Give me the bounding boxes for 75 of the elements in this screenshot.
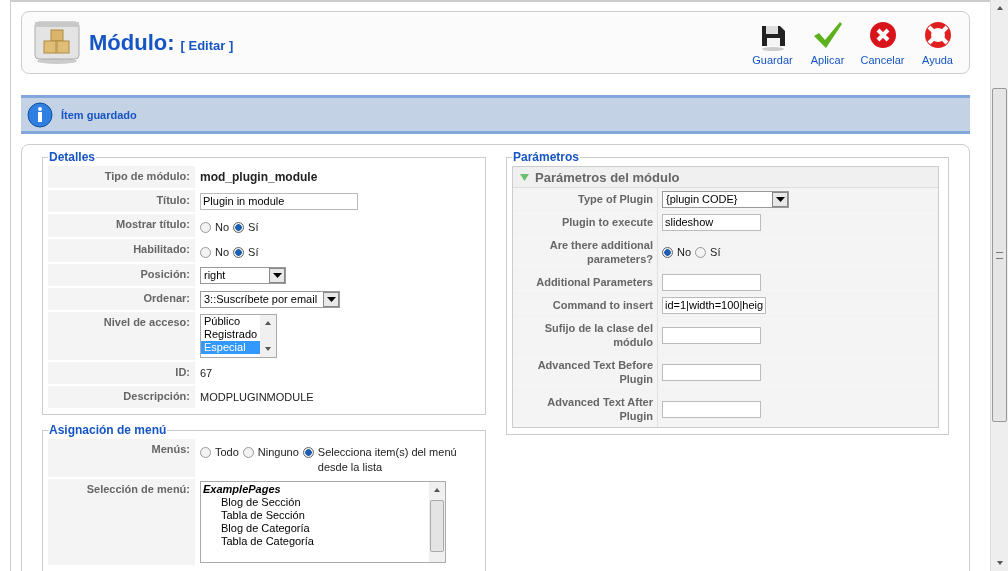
field-label: Type of Plugin: [513, 188, 658, 210]
scrollbar[interactable]: [429, 482, 445, 562]
toolbar-button[interactable]: Aplicar: [802, 19, 853, 66]
input-field[interactable]: [662, 326, 761, 344]
radio-button[interactable]: [242, 447, 254, 458]
toolbar-button[interactable]: Ayuda: [912, 19, 963, 66]
radio-button[interactable]: [695, 246, 707, 258]
list-option[interactable]: Registrado: [201, 328, 261, 341]
field-label: Selección de menú:: [48, 479, 195, 565]
menu-item[interactable]: Tabla de Sección: [201, 509, 429, 522]
field-label: Ordenar:: [48, 288, 195, 310]
dropdown[interactable]: 3::Suscríbete por email: [200, 290, 341, 308]
input-field[interactable]: [662, 273, 761, 291]
radio-label: Sí: [248, 220, 259, 235]
field-label: Plugin to execute: [513, 211, 658, 233]
boxes-icon: [34, 20, 80, 65]
field-label: Tipo de módulo:: [48, 166, 195, 188]
input-field[interactable]: [662, 363, 761, 381]
message-text: Ítem guardado: [61, 108, 137, 121]
field-label: Descripción:: [48, 386, 195, 408]
radio-label: Todo: [215, 445, 239, 460]
radio-label: Sí: [248, 245, 259, 260]
input-field[interactable]: id=1|width=100|heig: [662, 296, 767, 314]
field-label: Posición:: [48, 264, 195, 286]
page-subtitle: [ Editar ]: [180, 37, 234, 53]
field-label: Habilitado:: [48, 239, 195, 262]
scrollbar[interactable]: [990, 0, 1008, 571]
caret-icon: [326, 296, 336, 302]
field-label: Sufijo de la clase del módulo: [513, 317, 658, 353]
menu-item[interactable]: Blog de Categoría: [201, 522, 429, 535]
info-icon: [27, 101, 53, 128]
field-label: Menús:: [48, 439, 195, 477]
radio-button[interactable]: [200, 222, 211, 233]
page-title: Módulo:: [89, 29, 175, 56]
toolbar-button[interactable]: Cancelar: [857, 19, 908, 66]
field-label: Are there additional parameters?: [513, 234, 658, 270]
module-type: mod_plugin_module: [200, 170, 318, 184]
radio-label: No: [215, 220, 230, 235]
radio-button[interactable]: [302, 447, 314, 458]
radio-button[interactable]: [233, 222, 245, 233]
radio-button[interactable]: [200, 447, 211, 458]
list-option[interactable]: Público: [201, 315, 261, 328]
field-value: 67: [200, 367, 213, 379]
field-label: Additional Parameters: [513, 271, 658, 293]
field-value: MODPLUGINMODULE: [200, 391, 314, 403]
fieldset-legend: Parámetros: [512, 150, 581, 164]
field-label: Advanced Text After Plugin: [513, 391, 658, 427]
menu-item[interactable]: Tabla de Categoría: [201, 535, 429, 548]
radio-button[interactable]: [233, 247, 245, 258]
field-label: Mostrar título:: [48, 214, 195, 237]
field-label: ID:: [48, 362, 195, 384]
field-label: Título:: [48, 190, 195, 212]
radio-button[interactable]: [662, 246, 673, 258]
radio-label: Ninguno: [257, 445, 299, 460]
menu-group[interactable]: ExamplePages: [201, 483, 429, 496]
dropdown[interactable]: {plugin CODE}: [662, 190, 789, 208]
radio-button[interactable]: [200, 247, 211, 258]
input-field[interactable]: Plugin in module: [200, 192, 358, 210]
input-field[interactable]: slideshow: [662, 213, 761, 231]
fieldset-legend: Asignación de menú: [48, 423, 168, 437]
radio-label: No: [215, 245, 230, 260]
caret-icon: [775, 196, 785, 202]
dropdown[interactable]: right: [200, 266, 286, 284]
fieldset-legend: Detalles: [48, 150, 97, 164]
field-label: Advanced Text Before Plugin: [513, 354, 658, 390]
input-field[interactable]: [662, 400, 761, 418]
radio-label: Selecciona item(s) del menú desde la lista: [317, 445, 458, 475]
field-label: Nivel de acceso:: [48, 312, 195, 360]
caret-icon: [272, 272, 282, 278]
field-label: Command to insert: [513, 294, 658, 316]
toolbar-button[interactable]: Guardar: [747, 19, 798, 66]
menu-item[interactable]: Blog de Sección: [201, 496, 429, 509]
scrollbar[interactable]: [260, 315, 276, 357]
radio-label: Sí: [710, 244, 721, 260]
radio-label: No: [677, 244, 692, 260]
